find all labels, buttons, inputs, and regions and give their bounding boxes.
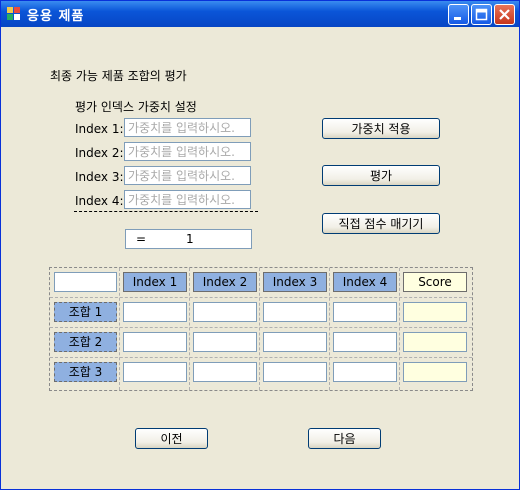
combo1-index3-cell[interactable] bbox=[263, 302, 327, 322]
index1-label: Index 1: bbox=[75, 122, 124, 136]
section-title: 최종 가능 제품 조합의 평가 bbox=[50, 69, 187, 83]
weight-sum-value: 1 bbox=[186, 232, 194, 246]
app-icon bbox=[7, 7, 20, 20]
index3-weight-input[interactable] bbox=[124, 166, 251, 185]
row-header-combo1: 조합 1 bbox=[54, 302, 117, 322]
column-header-index3: Index 3 bbox=[263, 272, 327, 292]
combo3-score-cell[interactable] bbox=[403, 362, 467, 382]
table-corner-input[interactable] bbox=[54, 272, 117, 292]
combo2-index4-cell[interactable] bbox=[333, 332, 397, 352]
index1-weight-input[interactable] bbox=[124, 118, 251, 137]
weights-heading: 평가 인덱스 가중치 설정 bbox=[75, 100, 197, 114]
maximize-button[interactable] bbox=[471, 4, 492, 25]
combo2-index2-cell[interactable] bbox=[193, 332, 257, 352]
minimize-icon bbox=[454, 17, 461, 20]
combo3-index3-cell[interactable] bbox=[263, 362, 327, 382]
combo2-index3-cell[interactable] bbox=[263, 332, 327, 352]
separator-line bbox=[74, 211, 258, 212]
apply-weights-button[interactable]: 가중치 적용 bbox=[322, 118, 440, 139]
combo3-index2-cell[interactable] bbox=[193, 362, 257, 382]
column-header-index4: Index 4 bbox=[333, 272, 397, 292]
weight-sum-box: = 1 bbox=[125, 229, 252, 249]
column-header-score: Score bbox=[403, 272, 467, 292]
column-header-index1: Index 1 bbox=[123, 272, 187, 292]
window-title: 응용 제품 bbox=[27, 9, 85, 24]
minimize-button[interactable] bbox=[448, 4, 469, 25]
close-icon bbox=[499, 9, 510, 20]
combo1-score-cell[interactable] bbox=[403, 302, 467, 322]
weight-sum-equals: = bbox=[136, 232, 147, 246]
index2-label: Index 2: bbox=[75, 146, 124, 160]
combo2-index1-cell[interactable] bbox=[123, 332, 187, 352]
combo2-score-cell[interactable] bbox=[403, 332, 467, 352]
direct-score-button[interactable]: 직접 점수 매기기 bbox=[322, 213, 440, 234]
application-window: 응용 제품 최종 가능 제품 조합의 평가 평가 인덱스 가중치 설정 Inde… bbox=[0, 0, 520, 490]
row-header-combo2: 조합 2 bbox=[54, 332, 117, 352]
prev-button[interactable]: 이전 bbox=[135, 428, 208, 449]
close-button[interactable] bbox=[494, 4, 515, 25]
title-bar[interactable]: 응용 제품 bbox=[1, 1, 519, 27]
row-header-combo3: 조합 3 bbox=[54, 362, 117, 382]
evaluate-button[interactable]: 평가 bbox=[322, 165, 440, 186]
index4-label: Index 4: bbox=[75, 194, 124, 208]
evaluation-table: Index 1 Index 2 Index 3 Index 4 Score 조합… bbox=[49, 267, 473, 391]
maximize-icon bbox=[475, 8, 488, 21]
combo3-index4-cell[interactable] bbox=[333, 362, 397, 382]
combo1-index4-cell[interactable] bbox=[333, 302, 397, 322]
index2-weight-input[interactable] bbox=[124, 142, 251, 161]
index3-label: Index 3: bbox=[75, 170, 124, 184]
next-button[interactable]: 다음 bbox=[308, 428, 381, 449]
combo3-index1-cell[interactable] bbox=[123, 362, 187, 382]
column-header-index2: Index 2 bbox=[193, 272, 257, 292]
combo1-index1-cell[interactable] bbox=[123, 302, 187, 322]
index4-weight-input[interactable] bbox=[124, 190, 251, 209]
combo1-index2-cell[interactable] bbox=[193, 302, 257, 322]
